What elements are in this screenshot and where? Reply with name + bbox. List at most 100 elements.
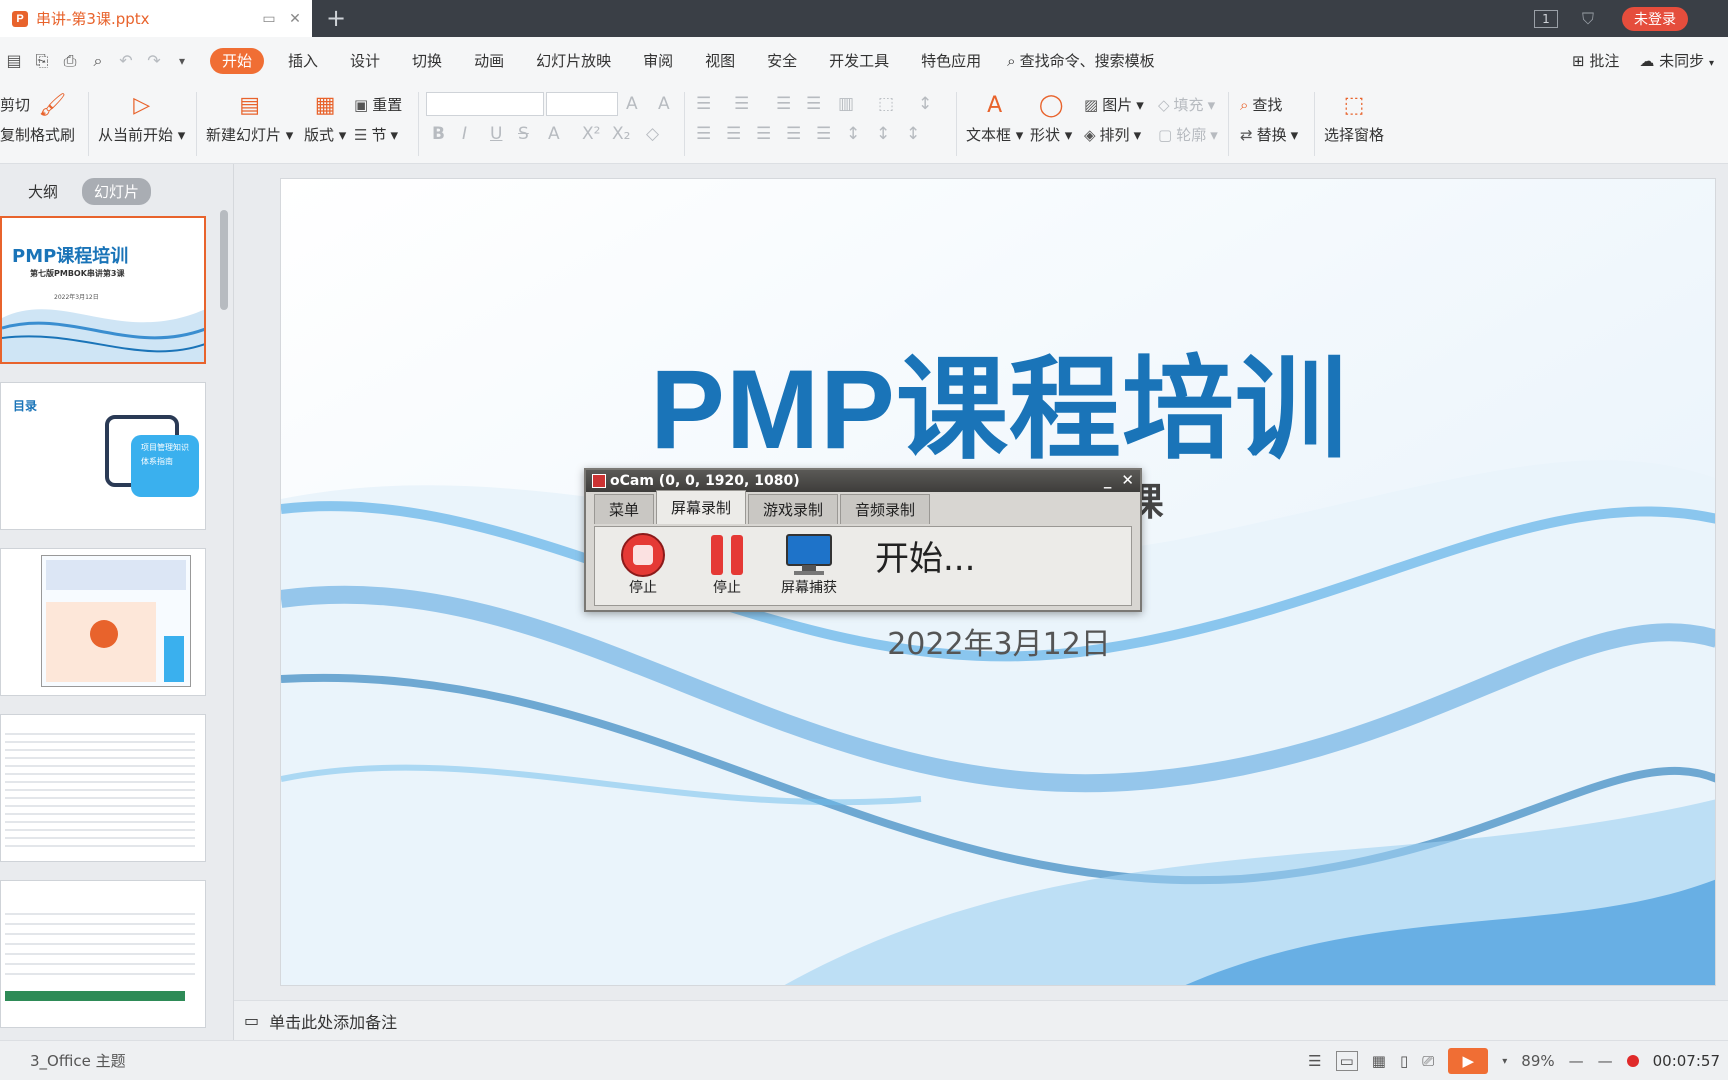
align-center-icon[interactable]: ☰ <box>726 124 741 144</box>
slide-thumbnail-1[interactable]: PMP课程培训 第七版PMBOK串讲第3课 2022年3月12日 <box>0 216 206 364</box>
ocam-tab-audio-record[interactable]: 音频录制 <box>840 494 931 524</box>
slide-thumbnail-5[interactable] <box>0 880 206 1028</box>
play-from-current-button[interactable]: ▷ 从当前开始 ▾ <box>98 90 185 145</box>
italic-icon[interactable]: I <box>462 124 467 144</box>
menu-slideshow[interactable]: 幻灯片放映 <box>520 48 627 74</box>
textbox-button[interactable]: A 文本框 ▾ <box>966 90 1023 145</box>
minimize-icon[interactable]: _ <box>1104 471 1112 489</box>
new-slide-button[interactable]: ▤ 新建幻灯片 ▾ <box>206 90 293 145</box>
justify-icon[interactable]: ☰ <box>786 124 801 144</box>
menu-view[interactable]: 视图 <box>689 48 751 74</box>
find-button[interactable]: ⌕ 查找 <box>1240 94 1282 115</box>
window-count-badge[interactable]: 1 <box>1533 9 1558 28</box>
menu-animations[interactable]: 动画 <box>458 48 520 74</box>
cut-button[interactable]: 剪切 <box>0 94 30 115</box>
notes-toggle-icon[interactable]: ☰ <box>1308 1052 1321 1070</box>
document-tab[interactable]: P 串讲-第3课.pptx ▭ ✕ <box>0 0 312 37</box>
text-direction-icon[interactable]: ⬚ <box>878 94 894 114</box>
selection-pane-button[interactable]: ⬚ 选择窗格 <box>1324 90 1384 145</box>
menu-transitions[interactable]: 切换 <box>396 48 458 74</box>
menu-review[interactable]: 审阅 <box>627 48 689 74</box>
copy-button[interactable]: 复制 <box>0 124 30 145</box>
panel-scrollbar[interactable] <box>220 210 228 310</box>
ocam-capture-button[interactable]: 屏幕捕获 <box>781 533 837 597</box>
comment-button[interactable]: ⊞ 批注 <box>1572 50 1619 71</box>
font-name-input[interactable] <box>426 92 544 116</box>
reading-view-icon[interactable]: ▯ <box>1400 1052 1408 1070</box>
slide-thumbnail-4[interactable] <box>0 714 206 862</box>
print-icon[interactable]: ⎙ <box>56 51 84 71</box>
ocam-pause-button[interactable]: 停止 <box>705 533 749 597</box>
decrease-font-icon[interactable]: A <box>658 94 670 114</box>
increase-indent-icon[interactable]: ☰ <box>806 94 821 114</box>
new-tab-button[interactable]: + <box>326 4 346 32</box>
menu-security[interactable]: 安全 <box>751 48 813 74</box>
skin-icon[interactable]: ⛉ <box>1582 9 1594 29</box>
spacing-after-icon[interactable]: ↕ <box>906 124 920 144</box>
reset-button[interactable]: ▣ 重置 <box>354 94 402 115</box>
replace-button[interactable]: ⇄ 替换 ▾ <box>1240 124 1298 145</box>
camera-icon[interactable]: ⎚ <box>1422 1052 1434 1070</box>
strikethrough-icon[interactable]: S <box>518 124 529 144</box>
zoom-level[interactable]: 89% <box>1521 1052 1554 1070</box>
spacing-before-icon[interactable]: ↕ <box>876 124 890 144</box>
slide-title[interactable]: PMP课程培训 <box>281 319 1715 481</box>
picture-button[interactable]: ▨ 图片 ▾ <box>1084 94 1144 115</box>
print-preview-icon[interactable]: ⌕ <box>84 51 112 71</box>
subscript-icon[interactable]: X₂ <box>612 124 630 144</box>
bullets-icon[interactable]: ☰ <box>696 94 711 114</box>
ocam-window[interactable]: oCam (0, 0, 1920, 1080) _ ✕ 菜单 屏幕录制 游戏录制… <box>584 468 1142 612</box>
distribute-icon[interactable]: ☰ <box>816 124 831 144</box>
bold-icon[interactable]: B <box>432 124 445 144</box>
zoom-slider[interactable]: — <box>1598 1052 1613 1070</box>
arrange-button[interactable]: ◈ 排列 ▾ <box>1084 124 1141 145</box>
increase-font-icon[interactable]: A <box>626 94 638 114</box>
superscript-icon[interactable]: X² <box>582 124 600 144</box>
close-tab-icon[interactable]: ✕ <box>286 10 304 28</box>
menu-special[interactable]: 特色应用 <box>905 48 997 74</box>
slide-date[interactable]: 2022年3月12日 <box>281 619 1715 663</box>
paragraph-spacing-icon[interactable]: ↕ <box>846 124 860 144</box>
pin-window-icon[interactable]: ▭ <box>260 10 278 28</box>
notes-bar[interactable]: ▭ 单击此处添加备注 <box>234 1000 1728 1040</box>
line-spacing-icon[interactable]: ↕ <box>918 94 932 114</box>
save-icon[interactable]: ▤ <box>0 51 28 70</box>
ocam-tab-screen-record[interactable]: 屏幕录制 <box>656 490 747 524</box>
sync-button[interactable]: ☁ 未同步 ▾ <box>1639 50 1714 71</box>
menu-developer[interactable]: 开发工具 <box>813 48 905 74</box>
chevron-down-icon[interactable]: ▾ <box>1502 1056 1507 1067</box>
slideshow-play-button[interactable]: ▶ <box>1448 1048 1489 1074</box>
section-button[interactable]: ☰ 节 ▾ <box>354 124 398 145</box>
ocam-tab-menu[interactable]: 菜单 <box>594 494 655 524</box>
tab-slides[interactable]: 幻灯片 <box>82 178 152 205</box>
clear-format-icon[interactable]: ◇ <box>646 124 659 144</box>
zoom-out-icon[interactable]: — <box>1569 1052 1584 1070</box>
export-icon[interactable]: ⎘ <box>28 51 56 71</box>
align-right-icon[interactable]: ☰ <box>756 124 771 144</box>
slide-thumbnail-2[interactable]: 目录 项目管理知识体系指南 <box>0 382 206 530</box>
login-button[interactable]: 未登录 <box>1622 6 1688 31</box>
decrease-indent-icon[interactable]: ☰ <box>776 94 791 114</box>
slide-thumbnail-3[interactable] <box>0 548 206 696</box>
shape-button[interactable]: ◯ 形状 ▾ <box>1030 90 1072 145</box>
numbering-icon[interactable]: ☰ <box>734 94 749 114</box>
menu-design[interactable]: 设计 <box>334 48 396 74</box>
search-commands[interactable]: ⌕ 查找命令、搜索模板 <box>1007 50 1154 71</box>
font-size-input[interactable] <box>546 92 618 116</box>
outline-button[interactable]: ▢ 轮廓 ▾ <box>1158 124 1218 145</box>
columns-icon[interactable]: ▥ <box>838 94 854 114</box>
ocam-title-bar[interactable]: oCam (0, 0, 1920, 1080) _ ✕ <box>586 470 1140 492</box>
redo-icon[interactable]: ↷ <box>140 51 168 70</box>
normal-view-icon[interactable]: ▭ <box>1335 1051 1358 1071</box>
layout-button[interactable]: ▦ 版式 ▾ <box>304 90 346 145</box>
close-icon[interactable]: ✕ <box>1121 471 1134 489</box>
ocam-tab-game-record[interactable]: 游戏录制 <box>748 494 839 524</box>
underline-icon[interactable]: U <box>490 124 502 144</box>
ocam-stop-button[interactable]: 停止 <box>619 533 667 597</box>
menu-insert[interactable]: 插入 <box>272 48 334 74</box>
font-color-icon[interactable]: A <box>548 124 560 144</box>
fill-button[interactable]: ◇ 填充 ▾ <box>1158 94 1215 115</box>
align-left-icon[interactable]: ☰ <box>696 124 711 144</box>
tab-outline[interactable]: 大纲 <box>16 178 70 205</box>
customize-dropdown-icon[interactable]: ▾ <box>168 54 196 68</box>
